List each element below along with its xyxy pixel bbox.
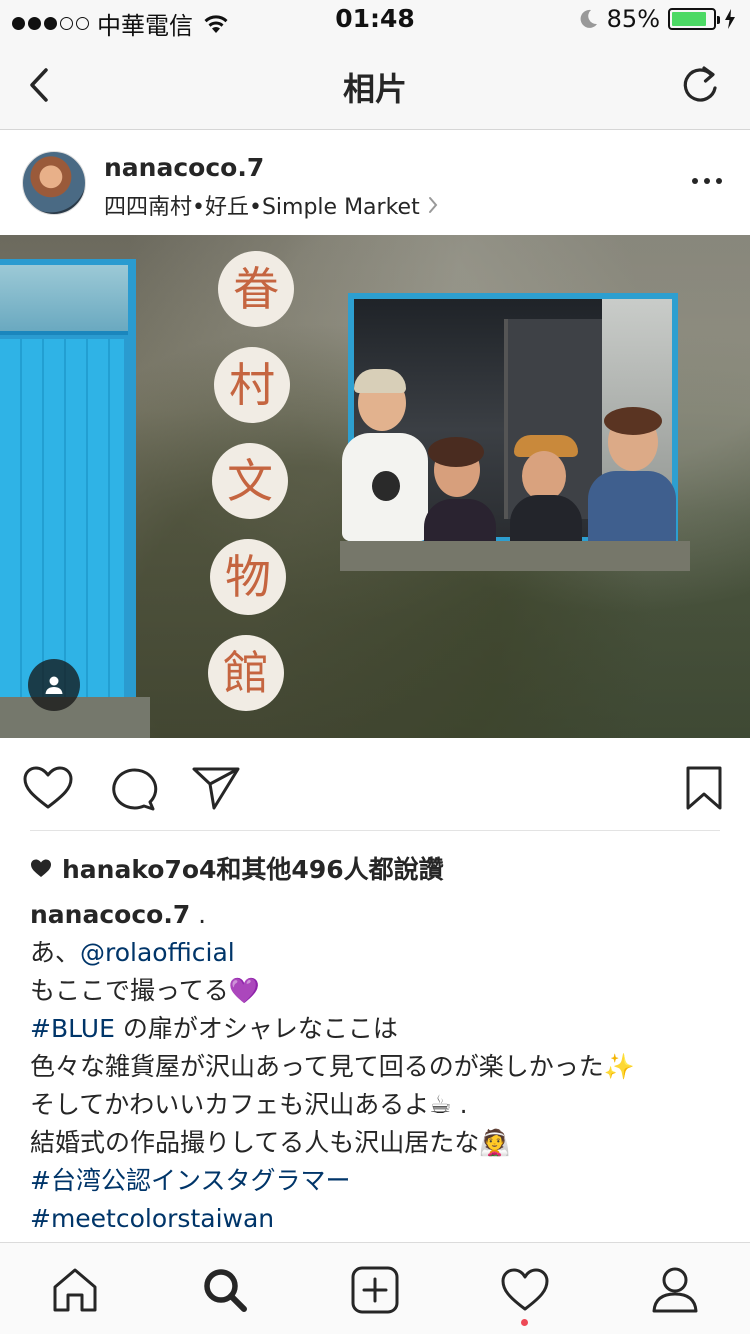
caption-line: あ、@rolaofficial — [30, 934, 720, 972]
caption-line: #BLUE の扉がオシャレなここは — [30, 1010, 720, 1048]
caption-author[interactable]: nanacoco.7 — [30, 900, 190, 929]
filled-heart-icon — [31, 859, 51, 877]
user-tag-icon — [45, 676, 63, 694]
more-dot — [716, 178, 722, 184]
post-header: nanacoco.7 四四南村•好丘•Simple Market — [0, 131, 750, 235]
likes-text: hanako7o4和其他496人都說讚 — [62, 855, 444, 884]
post-username[interactable]: nanacoco.7 — [104, 153, 264, 182]
home-icon[interactable] — [50, 1265, 100, 1315]
status-bar: 中華電信 01:48 85% — [0, 0, 750, 40]
actions-divider — [30, 830, 720, 831]
hashtag-link[interactable]: #台湾公認インスタグラマー — [30, 1162, 720, 1200]
moon-icon — [580, 9, 597, 28]
chevron-right-icon — [428, 197, 438, 213]
more-options-button[interactable] — [692, 175, 722, 187]
photo-sign-character: 眷 — [218, 251, 294, 327]
tab-bar — [0, 1242, 750, 1334]
heart-icon[interactable] — [22, 764, 74, 812]
more-dot — [692, 178, 698, 184]
activity-icon[interactable] — [500, 1265, 550, 1315]
post-location[interactable]: 四四南村•好丘•Simple Market — [104, 189, 438, 221]
status-right: 85% — [577, 5, 736, 33]
photo-window-sill — [340, 541, 690, 571]
post-photo[interactable]: 眷 村 文 物 館 — [0, 235, 750, 738]
location-label: 四四南村•好丘•Simple Market — [104, 195, 420, 220]
caption-text: あ、 — [30, 938, 81, 967]
post-actions — [0, 738, 750, 830]
caption-line: nanacoco.7 . — [30, 896, 720, 934]
caption-text: の扉がオシャレなここは — [114, 1014, 398, 1043]
bookmark-icon[interactable] — [678, 764, 730, 812]
likes-summary[interactable]: hanako7o4和其他496人都說讚 — [30, 850, 444, 886]
person-hair — [604, 407, 662, 435]
search-icon[interactable] — [200, 1265, 250, 1315]
hashtag-link[interactable]: #meetcolorstaiwan — [30, 1200, 720, 1238]
more-dot — [704, 178, 710, 184]
caption-line: 色々な雑貨屋が沢山あって見て回るのが楽しかった✨ — [30, 1052, 635, 1081]
mention-link[interactable]: @rolaofficial — [80, 938, 235, 967]
photo-door-transom — [0, 265, 128, 335]
photo-ground — [0, 697, 150, 738]
person-hair — [428, 437, 484, 467]
hashtag-link[interactable]: #BLUE — [30, 1014, 115, 1043]
profile-icon[interactable] — [650, 1265, 700, 1315]
photo-sign-character: 物 — [210, 539, 286, 615]
caption-line: 結婚式の作品撮りしてる人も沢山居たな👰 — [30, 1128, 511, 1157]
comment-icon[interactable] — [106, 764, 158, 812]
avatar[interactable] — [22, 151, 86, 215]
caption-line: そしてかわいいカフェも沢山あるよ☕ . — [30, 1090, 468, 1119]
battery-icon — [668, 8, 720, 30]
charging-bolt-icon — [725, 9, 735, 29]
post-caption: nanacoco.7 . あ、@rolaofficial もここで撮ってる💜 #… — [30, 896, 720, 1238]
battery-percent: 85% — [606, 5, 660, 33]
tagged-users-button[interactable] — [28, 659, 80, 711]
person-shirt-print — [372, 471, 400, 501]
new-post-icon[interactable] — [350, 1265, 400, 1315]
photo-sign-character: 館 — [208, 635, 284, 711]
navigation-bar: 相片 — [0, 40, 750, 130]
battery-cap — [717, 16, 720, 24]
battery-fill — [672, 12, 706, 26]
person-head — [522, 451, 566, 501]
photo-sign-character: 文 — [212, 443, 288, 519]
person-cap — [354, 369, 406, 393]
share-icon[interactable] — [190, 764, 242, 812]
photo-sign-character: 村 — [214, 347, 290, 423]
photo-door-panel — [0, 339, 124, 699]
refresh-button[interactable] — [678, 62, 724, 108]
page-title: 相片 — [342, 70, 407, 108]
caption-text: . — [190, 900, 207, 929]
caption-line: もここで撮ってる💜 — [30, 976, 260, 1005]
notification-dot — [521, 1319, 528, 1326]
